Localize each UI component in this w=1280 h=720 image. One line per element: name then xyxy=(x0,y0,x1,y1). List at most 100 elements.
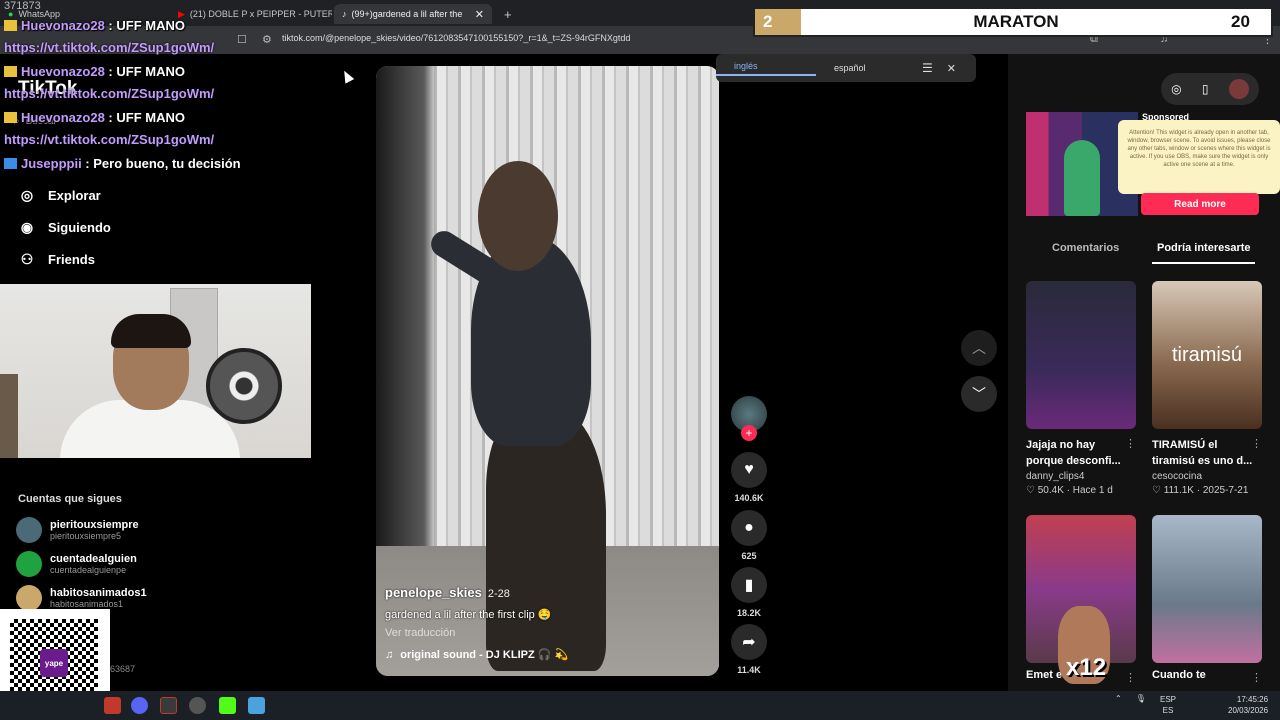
like-button[interactable]: ♥ 140.6K xyxy=(731,452,767,503)
card-thumbnail: tiramisú xyxy=(1152,281,1262,429)
account-item[interactable]: pieritouxsiempre pieritouxsiempre5 xyxy=(16,517,139,543)
tab-youtube[interactable]: ▶ (21) DOBLE P x PEIPPER - PUTERÍA (V xyxy=(170,4,332,24)
video-author[interactable]: penelope_skies xyxy=(385,585,482,600)
avatar xyxy=(16,585,42,611)
heart-icon: ♥ xyxy=(731,452,767,488)
sub-badge-icon xyxy=(4,112,17,123)
chat-link: https://vt.tiktok.com/ZSup1goWm/ xyxy=(4,86,215,101)
sub-badge-icon xyxy=(4,66,17,77)
bookmark-icon[interactable]: ☐ xyxy=(237,33,247,46)
discord-icon[interactable] xyxy=(131,697,148,714)
notepad-icon[interactable] xyxy=(248,697,265,714)
active-tab-indicator xyxy=(1152,262,1255,264)
marathon-right-value: 20 xyxy=(1231,12,1250,31)
language-source[interactable]: inglés xyxy=(716,61,816,76)
chat-message: Huevonazo28 : UFF MANO xyxy=(4,18,185,33)
chat-link: https://vt.tiktok.com/ZSup1goWm/ xyxy=(4,132,215,147)
more-options-icon[interactable]: ⋮ xyxy=(1251,671,1262,684)
account-item[interactable]: cuentadealguien cuentadealguienpe xyxy=(16,551,137,577)
recommended-card[interactable]: Cuando te ⋮ xyxy=(1152,515,1264,684)
tab-tiktok[interactable]: ♪ (99+)gardened a lil after the ✕ xyxy=(334,4,492,24)
chevron-up-icon[interactable]: ⌃ xyxy=(1115,694,1122,703)
previous-video-button[interactable]: ︿ xyxy=(961,330,997,366)
clock[interactable]: 17:45:26 20/03/2026 xyxy=(1228,694,1268,716)
widget-warning: Attention! This widget is already open i… xyxy=(1118,120,1280,194)
video-info: penelope_skies 2-28 gardened a lil after … xyxy=(385,584,715,661)
save-count: 18.2K xyxy=(736,608,762,618)
language-indicator[interactable]: ESP ES xyxy=(1160,694,1176,716)
new-tab-button[interactable]: + xyxy=(496,4,516,24)
close-tab-icon[interactable]: ✕ xyxy=(475,8,484,21)
save-button[interactable]: ▮ 18.2K xyxy=(731,567,767,618)
qr-side-text: 63687 xyxy=(110,664,136,674)
avatar xyxy=(16,517,42,543)
recommended-card[interactable]: tiramisú TIRAMISÚ el tiramisú es uno d..… xyxy=(1152,281,1264,496)
compass-icon: ◎ xyxy=(20,187,34,203)
sound-link[interactable]: ♫ original sound - DJ KLIPZ 🎧 💫 xyxy=(385,648,715,662)
nav-siguiendo[interactable]: ◉ Siguiendo xyxy=(18,219,111,236)
read-more-button[interactable]: Read more xyxy=(1141,193,1259,215)
video-caption: gardened a lil after the first clip 🤤 xyxy=(385,609,552,621)
webcam-feed xyxy=(0,284,311,458)
marathon-overlay: 2 MARATON 20 xyxy=(753,7,1273,37)
comment-icon: ● xyxy=(731,510,767,546)
translate-popup: inglés español ☰ ✕ xyxy=(716,54,976,82)
url-field[interactable]: tiktok.com/@penelope_skies/video/7612083… xyxy=(282,33,630,43)
kick-icon[interactable] xyxy=(219,697,236,714)
top-actions: ◎ ▯ xyxy=(1161,73,1259,105)
more-options-icon[interactable]: ⋮ xyxy=(1125,671,1136,684)
share-count: 11.4K xyxy=(737,665,761,675)
comment-button[interactable]: ● 625 xyxy=(731,510,767,561)
account-item[interactable]: habitosanimados1 habitosanimados1 xyxy=(16,585,147,611)
tab-podria-interesarte[interactable]: Podría interesarte xyxy=(1157,242,1251,254)
tab-comentarios[interactable]: Comentarios xyxy=(1052,242,1119,254)
multiplier-badge: x12 xyxy=(1066,654,1107,681)
marathon-left-value: 2 xyxy=(755,9,801,35)
share-button[interactable]: ➦ 11.4K xyxy=(731,624,767,675)
next-video-button[interactable]: ﹀ xyxy=(961,376,997,412)
chat-message: Huevonazo28 : UFF MANO xyxy=(4,110,185,125)
compass-icon[interactable]: ◎ xyxy=(1171,82,1181,96)
profile-avatar[interactable] xyxy=(1228,79,1249,99)
system-tray: ⌃ 🎙 xyxy=(1115,694,1146,703)
yape-logo: yape xyxy=(40,649,68,677)
video-date: 2-28 xyxy=(487,588,510,600)
nav-friends[interactable]: ⚇ Friends xyxy=(18,251,95,268)
chat-link: https://vt.tiktok.com/ZSup1goWm/ xyxy=(4,40,215,55)
avatar xyxy=(16,551,42,577)
chat-message: Jusepppii : Pero bueno, tu decisión xyxy=(4,156,241,171)
comment-count: 625 xyxy=(741,551,757,561)
follow-button[interactable]: + xyxy=(741,425,757,441)
translate-link[interactable]: Ver traducción xyxy=(385,627,715,639)
chat-message: Huevonazo28 : UFF MANO xyxy=(4,64,185,79)
close-icon[interactable]: ✕ xyxy=(947,62,956,75)
marathon-title: MARATON xyxy=(973,12,1059,31)
card-thumbnail xyxy=(1026,281,1136,429)
share-icon: ➦ xyxy=(731,624,767,660)
more-options-icon[interactable]: ⋮ xyxy=(1251,437,1262,450)
site-info-icon[interactable]: ⚙ xyxy=(262,33,272,46)
card-thumbnail xyxy=(1152,515,1262,663)
like-count: 140.6K xyxy=(734,493,764,503)
phone-icon[interactable]: ▯ xyxy=(1202,82,1209,96)
more-options-icon[interactable]: ⋮ xyxy=(1125,437,1136,450)
nav-explorar[interactable]: ◎ Explorar xyxy=(18,187,101,204)
sub-badge-icon xyxy=(4,158,17,169)
music-note-icon: ♫ xyxy=(385,648,394,661)
friends-icon: ⚇ xyxy=(20,251,34,267)
chevron-up-icon: ︿ xyxy=(972,340,986,356)
obs-icon[interactable] xyxy=(189,697,206,714)
app-icon[interactable] xyxy=(160,697,177,714)
mouse-cursor xyxy=(339,68,355,84)
recommended-card[interactable]: Jajaja no hay porque desconfi... danny_c… xyxy=(1026,281,1138,496)
viewer-count: 371873 xyxy=(4,0,41,12)
bookmark-icon: ▮ xyxy=(731,567,767,603)
microphone-icon[interactable]: 🎙 xyxy=(1136,694,1146,703)
app-icon[interactable] xyxy=(104,697,121,714)
language-target[interactable]: español xyxy=(816,63,916,73)
tiktok-icon: ♪ xyxy=(342,9,347,19)
menu-icon[interactable]: ☰ xyxy=(922,61,933,75)
following-title: Cuentas que sigues xyxy=(18,493,122,505)
following-icon: ◉ xyxy=(20,219,34,235)
sub-badge-icon xyxy=(4,20,17,31)
